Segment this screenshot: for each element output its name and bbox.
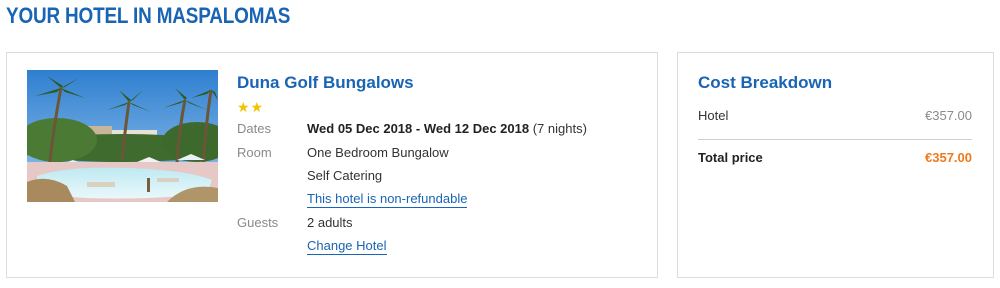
total-price-label: Total price bbox=[698, 150, 763, 165]
cost-breakdown-card: Cost Breakdown Hotel €357.00 Total price… bbox=[677, 52, 994, 278]
dates-label: Dates bbox=[237, 121, 271, 136]
total-price-amount: €357.00 bbox=[925, 150, 972, 165]
nights-count: (7 nights) bbox=[532, 121, 587, 136]
guests-value: 2 adults bbox=[307, 215, 353, 230]
hotel-cost-amount: €357.00 bbox=[925, 108, 972, 123]
board-type: Self Catering bbox=[307, 168, 383, 183]
dates-value: Wed 05 Dec 2018 - Wed 12 Dec 2018 (7 nig… bbox=[307, 121, 587, 136]
change-hotel-link[interactable]: Change Hotel bbox=[307, 238, 387, 255]
hotel-photo bbox=[27, 70, 218, 202]
hotel-cost-label: Hotel bbox=[698, 108, 729, 123]
guests-label: Guests bbox=[237, 215, 279, 230]
star-rating: ★★ bbox=[237, 99, 264, 116]
star-icon: ★★ bbox=[237, 99, 265, 115]
page-title: YOUR HOTEL IN MASPALOMAS bbox=[6, 3, 291, 28]
change-hotel-link-wrap: Change Hotel bbox=[307, 238, 387, 255]
hotel-name[interactable]: Duna Golf Bungalows bbox=[237, 73, 414, 93]
refund-policy-link-wrap: This hotel is non-refundable bbox=[307, 191, 468, 208]
refund-policy-link[interactable]: This hotel is non-refundable bbox=[307, 191, 468, 208]
room-label: Room bbox=[237, 145, 272, 160]
cost-breakdown-title: Cost Breakdown bbox=[698, 73, 833, 92]
dates-range: Wed 05 Dec 2018 - Wed 12 Dec 2018 bbox=[307, 121, 530, 136]
cost-divider bbox=[698, 139, 972, 140]
room-type: One Bedroom Bungalow bbox=[307, 145, 449, 160]
hotel-card: Duna Golf Bungalows ★★ Dates Wed 05 Dec … bbox=[6, 52, 658, 278]
